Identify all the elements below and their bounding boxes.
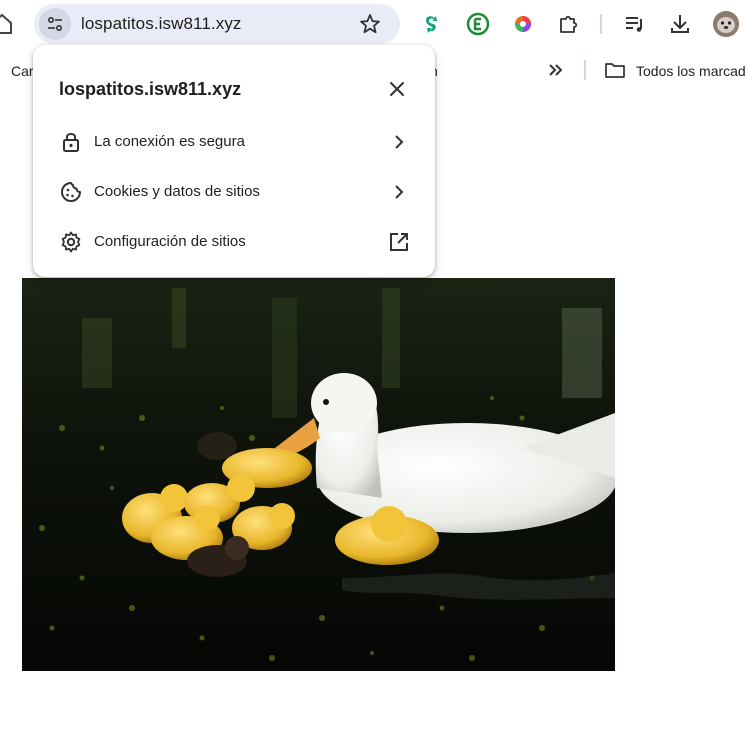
downloads-button[interactable] — [667, 11, 693, 37]
double-chevron-icon — [549, 64, 563, 76]
tune-icon — [47, 16, 63, 32]
download-icon — [671, 15, 689, 33]
chevron-right-icon — [387, 130, 411, 154]
browser-toolbar: lospatitos.isw811.xyz — [0, 0, 747, 50]
star-icon — [360, 14, 380, 34]
chevron-right-icon — [387, 180, 411, 204]
avatar[interactable] — [713, 11, 739, 37]
grammar-extension-button[interactable] — [420, 11, 446, 37]
ducks-photo — [22, 278, 615, 671]
popup-title: lospatitos.isw811.xyz — [59, 79, 242, 99]
home-icon — [0, 13, 12, 34]
cookie-icon — [59, 180, 83, 204]
url-text[interactable]: lospatitos.isw811.xyz — [81, 14, 242, 34]
gear-icon — [59, 230, 83, 254]
color-wheel-extension-icon — [515, 16, 531, 32]
evernote-extension-icon — [466, 12, 490, 36]
profile-picture — [713, 11, 739, 37]
cookies-site-data-label: Cookies y datos de sitios — [94, 183, 260, 200]
browser-window: lospatitos.isw811.xyz Car Todos los marc… — [0, 0, 747, 753]
color-wheel-extension-button[interactable] — [510, 11, 536, 37]
home-button[interactable] — [0, 10, 13, 38]
popup-close-button[interactable] — [386, 78, 408, 100]
grammar-extension-icon — [426, 16, 437, 33]
bookmark-item-partial[interactable]: Car — [11, 63, 34, 79]
all-bookmarks-folder-button[interactable] — [604, 60, 626, 80]
connection-secure-row[interactable]: La conexión es segura — [33, 119, 435, 165]
lock-icon — [59, 130, 83, 154]
site-settings-label: Configuración de sitios — [94, 233, 246, 250]
duck-image — [22, 278, 615, 671]
bookmark-star-button[interactable] — [358, 12, 382, 36]
all-bookmarks-label[interactable]: Todos los marcad — [636, 63, 746, 79]
connection-secure-label: La conexión es segura — [94, 133, 245, 150]
site-settings-row[interactable]: Configuración de sitios — [33, 219, 435, 265]
media-queue-button[interactable] — [622, 11, 648, 37]
folder-icon — [605, 63, 625, 78]
address-bar[interactable]: lospatitos.isw811.xyz — [34, 4, 400, 44]
toolbar-separator — [600, 14, 602, 34]
puzzle-extensions-icon — [560, 15, 578, 33]
bookmarks-separator — [584, 60, 586, 80]
open-external-icon — [387, 230, 411, 254]
media-queue-icon — [626, 17, 642, 32]
extensions-button[interactable] — [556, 11, 582, 37]
bookmarks-overflow-button[interactable] — [545, 59, 567, 81]
close-icon — [390, 82, 404, 96]
site-info-button[interactable] — [39, 8, 71, 40]
cookies-site-data-row[interactable]: Cookies y datos de sitios — [33, 169, 435, 215]
site-info-popup: lospatitos.isw811.xyz La conexión es seg… — [33, 45, 435, 277]
evernote-extension-button[interactable] — [465, 11, 491, 37]
